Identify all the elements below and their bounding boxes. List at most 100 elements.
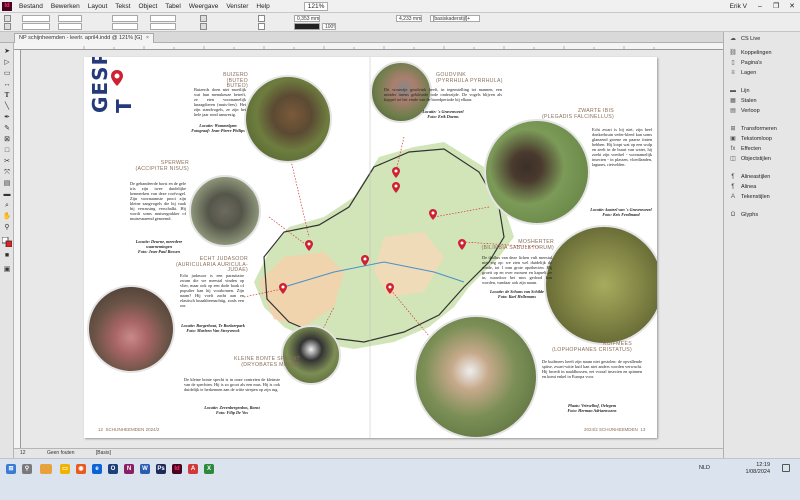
menu-help[interactable]: Help [252,3,273,10]
map-pin-icon [279,283,287,294]
panel-paginas[interactable]: ▯ Pagina's [724,58,800,67]
panel-tekstomloop[interactable]: ▣ Tekstomloop [724,134,800,143]
scissors-tool-icon[interactable]: ✂ [2,157,12,166]
frame-offset-field[interactable]: 4,233 mm [396,15,422,22]
stroke-swatch-icon[interactable] [258,23,265,30]
search-icon[interactable]: ⚲ [22,464,32,474]
clock[interactable]: 12:19 1/08/2024 [746,462,770,476]
fill-swatch-icon[interactable] [258,15,265,22]
maximize-button[interactable]: ❐ [768,2,784,10]
screen-mode-icon[interactable]: ▣ [2,265,12,274]
note-tool-icon[interactable]: ▬ [2,190,12,199]
weather-widget-icon[interactable] [40,464,52,474]
paragraph-styles-icon: ¶ [731,173,735,180]
close-tab-icon[interactable]: × [146,35,149,41]
opacity-field[interactable]: 100% [322,23,336,30]
scale-x-field[interactable] [112,15,138,22]
mosherter-body: De thallus van deze lichen vult meestal … [482,255,552,285]
line-tool-icon[interactable]: ╲ [2,102,12,111]
stroke-weight-field[interactable]: 0,353 mm [294,15,320,22]
map-pin-icon [392,167,400,178]
x-position-field[interactable] [22,15,50,22]
reference-point-icon[interactable] [4,15,11,22]
width-field[interactable] [58,15,82,22]
fill-stroke-icon[interactable] [1,236,13,248]
panel-alinea[interactable]: ¶ Alinea [724,182,800,191]
document-tab[interactable]: NP schijnheemden - leerlr. april4.indd @… [14,33,155,43]
notifications-icon[interactable] [782,464,790,472]
scale-y-field[interactable] [112,23,138,30]
gap-tool-icon[interactable]: ↔ [2,80,12,89]
stroke-type-field[interactable] [294,23,320,30]
page-number-field[interactable]: 12 [20,450,26,456]
indesign-taskbar-icon[interactable]: Id [172,464,182,474]
gradient-tool-icon[interactable]: ▤ [2,179,12,188]
direct-selection-tool-icon[interactable]: ▷ [2,58,12,67]
shear-field[interactable] [150,23,176,30]
panel-glyphs[interactable]: Ω Glyphs [724,210,800,219]
edge-icon[interactable]: e [92,464,102,474]
firefox-icon[interactable]: ◉ [76,464,86,474]
panel-objectstijlen[interactable]: ◫ Objectstijlen [724,154,800,163]
word-icon[interactable]: W [140,464,150,474]
panel-lijn[interactable]: ▬ Lijn [724,86,800,95]
preflight-profile[interactable]: [Basis] [96,450,111,456]
type-tool-icon[interactable]: T [2,91,12,100]
panel-tekenstijlen[interactable]: A Tekenstijlen [724,192,800,201]
reference-point-icon[interactable] [4,23,11,30]
map-pin-icon [305,240,313,251]
ibis-heading: ZWARTE IBIS (PLEGADIS FALCINELLUS) [541,108,614,120]
selection-tool-icon[interactable]: ➤ [2,47,12,56]
page-tool-icon[interactable]: ▭ [2,69,12,78]
menu-venster[interactable]: Venster [222,3,252,10]
menu-tabel[interactable]: Tabel [161,3,185,10]
panel-koppelingen[interactable]: ⛓ Koppelingen [724,48,800,57]
panel-stalen[interactable]: ▦ Stalen [724,96,800,105]
panel-lagen[interactable]: ≡ Lagen [724,68,800,77]
panel-verloop[interactable]: ▤ Verloop [724,106,800,115]
photoshop-icon[interactable]: Ps [156,464,166,474]
close-window-button[interactable]: ✕ [784,2,800,10]
windows-taskbar: ⊞ ⚲ ▭ ◉ e O N W Ps Id A X NLD 12:19 1/08… [0,458,800,500]
preflight-status[interactable]: Geen fouten [47,450,75,456]
free-transform-tool-icon[interactable]: ⤧ [2,168,12,177]
hand-tool-icon[interactable]: ✋ [2,212,12,221]
height-field[interactable] [58,23,82,30]
cs-live-button[interactable]: ☁ CS Live [724,34,800,43]
rectangle-tool-icon[interactable]: □ [2,146,12,155]
outlook-icon[interactable]: O [108,464,118,474]
panel-effecten[interactable]: fx Effecten [724,144,800,153]
flip-vertical-icon[interactable] [200,23,207,30]
acrobat-icon[interactable]: A [188,464,198,474]
minimize-button[interactable]: – [752,3,768,10]
menu-tekst[interactable]: Tekst [111,3,134,10]
pen-tool-icon[interactable]: ✒ [2,113,12,122]
flip-horizontal-icon[interactable] [200,15,207,22]
onenote-icon[interactable]: N [124,464,134,474]
panel-transformeren[interactable]: ⊞ Transformeren [724,124,800,133]
y-position-field[interactable] [22,23,50,30]
indesign-logo-icon: Id [2,1,12,11]
windows-start-icon[interactable]: ⊞ [6,464,16,474]
apply-color-icon[interactable]: ■ [2,251,12,260]
links-icon: ⛓ [729,49,737,56]
panel-alineastijlen[interactable]: ¶ Alineastijlen [724,172,800,181]
page-spread[interactable]: GESP T BUIZERD (BUTEO BUTEO) Buizerds doe… [84,57,657,438]
menu-bewerken[interactable]: Bewerken [47,3,84,10]
menu-bestand[interactable]: Bestand [15,3,47,10]
rotate-field[interactable] [150,15,176,22]
object-style-dropdown[interactable]: [basiskaderstijl]+ [430,15,480,22]
rectangle-frame-tool-icon[interactable]: ⊠ [2,135,12,144]
zoom-tool-icon[interactable]: ⚲ [2,223,12,232]
language-indicator[interactable]: NLD [699,465,710,471]
excel-icon[interactable]: X [204,464,214,474]
menu-layout[interactable]: Layout [84,3,112,10]
pencil-tool-icon[interactable]: ✎ [2,124,12,133]
file-explorer-icon[interactable]: ▭ [60,464,70,474]
menu-weergave[interactable]: Weergave [185,3,223,10]
kuifmees-body: De kuifmees heeft zijn naam niet gestole… [542,359,642,379]
user-name[interactable]: Erik V [725,3,752,10]
eyedropper-tool-icon[interactable]: ⌕ [2,201,12,210]
zoom-dropdown[interactable]: 121% [303,1,329,11]
menu-object[interactable]: Object [134,3,161,10]
